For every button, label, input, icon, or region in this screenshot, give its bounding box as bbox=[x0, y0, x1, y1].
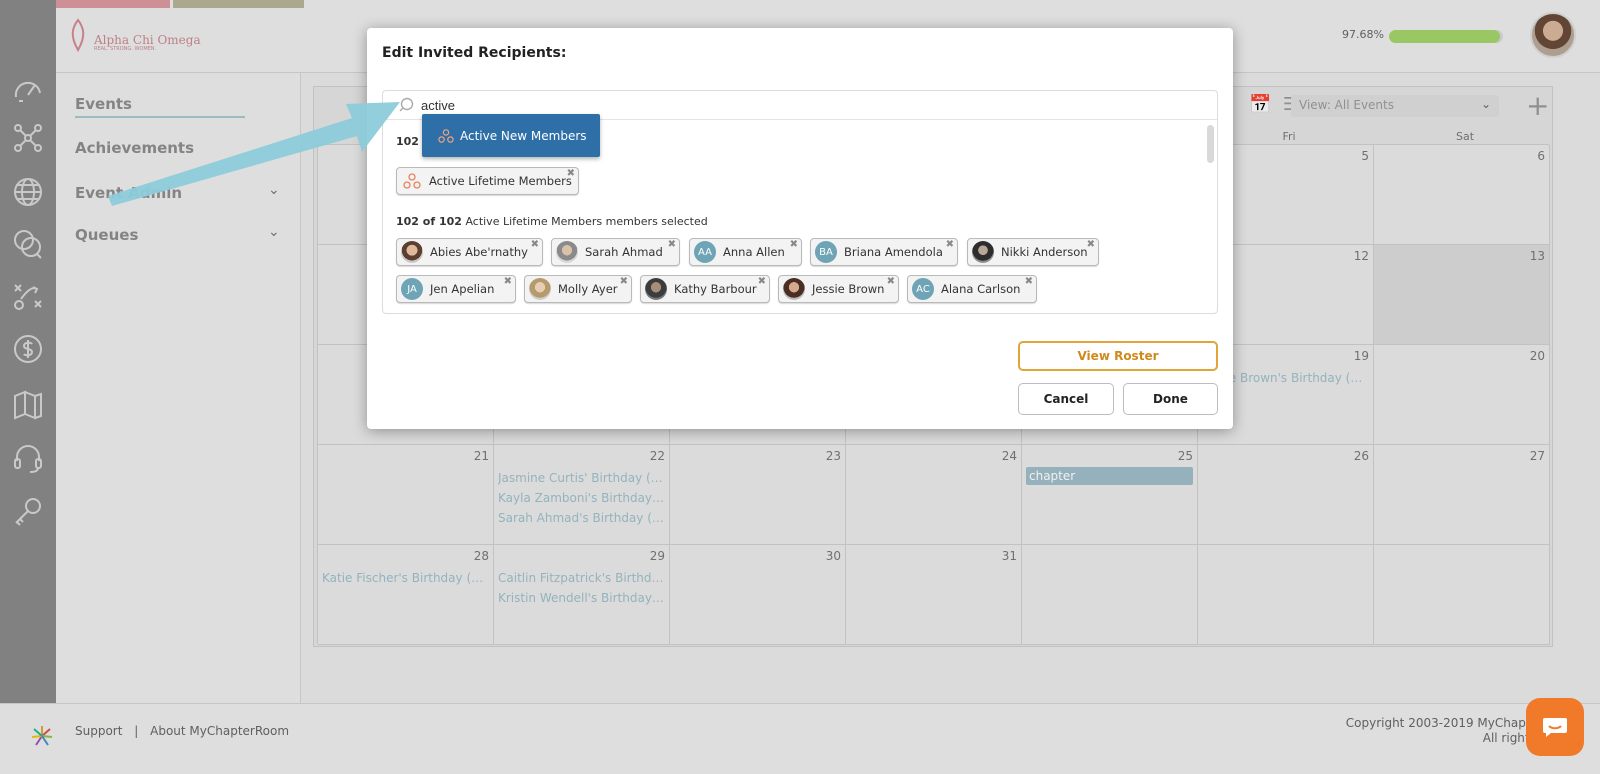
remove-icon[interactable]: ✖ bbox=[531, 240, 539, 250]
member-name: Abies Abe'rnathy bbox=[430, 245, 528, 259]
member-chip[interactable]: Sarah Ahmad ✖ bbox=[551, 238, 680, 266]
member-avatar bbox=[556, 241, 578, 263]
remove-icon[interactable]: ✖ bbox=[504, 277, 512, 287]
recipient-search-input[interactable] bbox=[421, 95, 921, 115]
cancel-button[interactable]: Cancel bbox=[1018, 383, 1114, 415]
done-button[interactable]: Done bbox=[1123, 383, 1218, 415]
member-avatar bbox=[401, 241, 423, 263]
selected-count-suffix: Active Lifetime Members members selected bbox=[465, 215, 708, 228]
member-avatar: BA bbox=[815, 241, 837, 263]
modal-title: Edit Invited Recipients: bbox=[382, 45, 567, 61]
member-chip[interactable]: Nikki Anderson ✖ bbox=[967, 238, 1099, 266]
remove-icon[interactable]: ✖ bbox=[758, 277, 766, 287]
chat-icon bbox=[1543, 718, 1567, 737]
remove-icon[interactable]: ✖ bbox=[668, 240, 676, 250]
scrollbar[interactable] bbox=[1207, 125, 1214, 163]
search-icon bbox=[399, 97, 414, 112]
member-chip[interactable]: AC Alana Carlson ✖ bbox=[907, 275, 1037, 303]
member-avatar: AA bbox=[694, 241, 716, 263]
selected-count-text: 102 of 102 Active Lifetime Members membe… bbox=[396, 215, 708, 228]
group-icon bbox=[438, 128, 454, 143]
member-chip[interactable]: BA Briana Amendola ✖ bbox=[810, 238, 958, 266]
member-name: Alana Carlson bbox=[941, 282, 1021, 296]
member-chip[interactable]: Kathy Barbour ✖ bbox=[640, 275, 770, 303]
member-chip[interactable]: Molly Ayer ✖ bbox=[524, 275, 632, 303]
edit-recipients-modal: Edit Invited Recipients: 102 Active Life… bbox=[367, 28, 1233, 429]
member-name: Briana Amendola bbox=[844, 245, 943, 259]
autocomplete-suggestion[interactable]: Active New Members bbox=[422, 114, 600, 157]
group-icon bbox=[403, 173, 421, 189]
partial-count: 102 bbox=[396, 135, 419, 148]
member-avatar bbox=[783, 278, 805, 300]
member-name: Molly Ayer bbox=[558, 282, 618, 296]
remove-icon[interactable]: ✖ bbox=[946, 240, 954, 250]
member-name: Anna Allen bbox=[723, 245, 785, 259]
member-chip[interactable]: Jessie Brown ✖ bbox=[778, 275, 899, 303]
suggestion-label: Active New Members bbox=[460, 128, 587, 143]
selected-count: 102 of 102 bbox=[396, 215, 462, 228]
member-name: Nikki Anderson bbox=[1001, 245, 1088, 259]
member-chip[interactable]: AA Anna Allen ✖ bbox=[689, 238, 802, 266]
group-chip-label: Active Lifetime Members bbox=[429, 174, 572, 188]
member-avatar: JA bbox=[401, 278, 423, 300]
remove-icon[interactable]: ✖ bbox=[567, 169, 575, 179]
member-name: Jessie Brown bbox=[812, 282, 885, 296]
member-name: Jen Apelian bbox=[430, 282, 495, 296]
view-roster-button[interactable]: View Roster bbox=[1018, 341, 1218, 371]
remove-icon[interactable]: ✖ bbox=[620, 277, 628, 287]
member-name: Kathy Barbour bbox=[674, 282, 757, 296]
group-chip[interactable]: Active Lifetime Members ✖ bbox=[396, 167, 579, 195]
member-avatar: AC bbox=[912, 278, 934, 300]
member-chip[interactable]: Abies Abe'rnathy ✖ bbox=[396, 238, 543, 266]
remove-icon[interactable]: ✖ bbox=[1025, 277, 1033, 287]
member-chip[interactable]: JA Jen Apelian ✖ bbox=[396, 275, 516, 303]
member-name: Sarah Ahmad bbox=[585, 245, 663, 259]
member-avatar bbox=[645, 278, 667, 300]
remove-icon[interactable]: ✖ bbox=[1087, 240, 1095, 250]
member-avatar bbox=[972, 241, 994, 263]
chat-launcher-button[interactable] bbox=[1526, 698, 1584, 756]
member-avatar bbox=[529, 278, 551, 300]
remove-icon[interactable]: ✖ bbox=[887, 277, 895, 287]
partial-count-text: 102 bbox=[396, 135, 419, 148]
remove-icon[interactable]: ✖ bbox=[790, 240, 798, 250]
